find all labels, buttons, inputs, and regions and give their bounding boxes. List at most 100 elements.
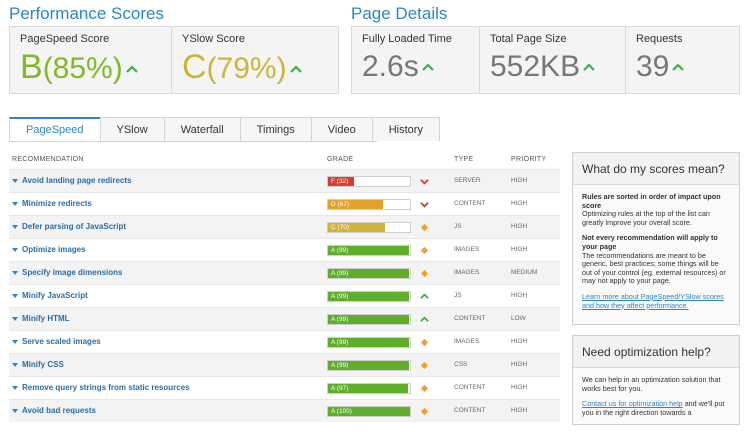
table-row[interactable]: Minify JavaScript A (99) JS HIGH bbox=[9, 284, 560, 307]
fully-loaded-time-card: Fully Loaded Time 2.6s bbox=[352, 27, 480, 93]
header-grade[interactable]: GRADE bbox=[327, 156, 353, 163]
page-details-panel: Fully Loaded Time 2.6s Total Page Size 5… bbox=[351, 26, 740, 94]
recommendation-name[interactable]: Avoid landing page redirects bbox=[22, 176, 132, 185]
total-page-size-card: Total Page Size 552KB bbox=[480, 27, 626, 93]
pagespeed-score-value: B(85%) bbox=[20, 49, 161, 87]
header-priority[interactable]: PRIORITY bbox=[511, 156, 546, 163]
requests-card: Requests 39 bbox=[626, 27, 739, 93]
yslow-score-label: YSlow Score bbox=[182, 33, 245, 45]
report-tabs: PageSpeed YSlow Waterfall Timings Video … bbox=[9, 117, 440, 141]
scores-info-text-1: Optimizing rules at the top of the list … bbox=[582, 209, 710, 227]
recommendation-type: CONTENT bbox=[454, 384, 486, 391]
expand-caret-icon[interactable] bbox=[12, 248, 18, 252]
tab-yslow[interactable]: YSlow bbox=[99, 117, 165, 141]
tab-waterfall[interactable]: Waterfall bbox=[163, 117, 241, 141]
expand-caret-icon[interactable] bbox=[12, 225, 18, 229]
recommendation-name[interactable]: Avoid bad requests bbox=[22, 406, 96, 415]
recommendation-priority: HIGH bbox=[511, 200, 528, 207]
tab-pagespeed[interactable]: PageSpeed bbox=[9, 117, 101, 141]
learn-more-link[interactable]: Learn more about PageSpeed/YSlow scores … bbox=[582, 292, 724, 310]
total-page-size-label: Total Page Size bbox=[490, 33, 567, 45]
tab-history[interactable]: History bbox=[371, 117, 440, 141]
grade-bar: A (99) bbox=[327, 360, 411, 371]
table-row[interactable]: Minify HTML A (99) CONTENT LOW bbox=[9, 307, 560, 330]
table-row[interactable]: Serve scaled images A (99) IMAGES HIGH bbox=[9, 330, 560, 353]
table-row[interactable]: Minimize redirects D (67) CONTENT HIGH bbox=[9, 192, 560, 215]
performance-scores-panel: PageSpeed Score B(85%) YSlow Score C(79%… bbox=[9, 26, 339, 94]
recommendation-type: JS bbox=[454, 292, 462, 299]
performance-scores-title: Performance Scores bbox=[9, 4, 164, 23]
up-arrow-icon bbox=[583, 63, 595, 71]
table-row[interactable]: Avoid bad requests A (100) CONTENT HIGH bbox=[9, 399, 560, 422]
grade-label: A (100) bbox=[331, 408, 352, 415]
up-arrow-icon bbox=[421, 63, 434, 71]
up-arrow-icon bbox=[420, 316, 429, 322]
yslow-percent: (79%) bbox=[206, 52, 287, 85]
grade-bar: A (99) bbox=[327, 314, 411, 325]
expand-caret-icon[interactable] bbox=[12, 294, 18, 298]
recommendation-name[interactable]: Minify CSS bbox=[22, 360, 64, 369]
grade-label: A (99) bbox=[331, 339, 349, 346]
neutral-diamond-icon bbox=[420, 384, 429, 393]
up-arrow-icon bbox=[420, 293, 429, 299]
expand-caret-icon[interactable] bbox=[12, 340, 18, 344]
recommendation-name[interactable]: Minify JavaScript bbox=[22, 291, 88, 300]
header-type[interactable]: TYPE bbox=[454, 156, 473, 163]
recommendation-type: IMAGES bbox=[454, 269, 480, 276]
table-row[interactable]: Optimize images A (99) IMAGES HIGH bbox=[9, 238, 560, 261]
grade-bar: C (70) bbox=[327, 222, 411, 233]
recommendation-priority: HIGH bbox=[511, 407, 528, 414]
neutral-diamond-icon bbox=[420, 361, 429, 370]
recommendation-priority: HIGH bbox=[511, 338, 528, 345]
scores-info-title: What do my scores mean? bbox=[573, 153, 739, 185]
recommendation-type: IMAGES bbox=[454, 338, 480, 345]
fully-loaded-time-text: 2.6s bbox=[362, 50, 419, 83]
grade-bar: F (32) bbox=[327, 176, 411, 187]
grade-bar: A (97) bbox=[327, 383, 411, 394]
recommendation-priority: MEDIUM bbox=[511, 269, 538, 276]
fully-loaded-time-value: 2.6s bbox=[362, 49, 469, 85]
grade-bar: D (67) bbox=[327, 199, 411, 210]
table-row[interactable]: Minify CSS A (99) CSS HIGH bbox=[9, 353, 560, 376]
table-row[interactable]: Defer parsing of JavaScript C (70) JS HIGH bbox=[9, 215, 560, 238]
up-arrow-icon bbox=[289, 65, 302, 73]
recommendation-type: CONTENT bbox=[454, 200, 486, 207]
expand-caret-icon[interactable] bbox=[12, 409, 18, 413]
scores-info-heading-1: Rules are sorted in order of impact upon… bbox=[582, 192, 721, 210]
recommendation-table-body: Avoid landing page redirects F (32) SERVER… bbox=[9, 169, 560, 422]
recommendation-priority: HIGH bbox=[511, 246, 528, 253]
expand-caret-icon[interactable] bbox=[12, 202, 18, 206]
grade-bar: A (99) bbox=[327, 268, 411, 279]
yslow-score-value: C(79%) bbox=[182, 49, 328, 87]
table-row[interactable]: Avoid landing page redirects F (32) SERVER… bbox=[9, 169, 560, 192]
recommendation-name[interactable]: Minimize redirects bbox=[22, 199, 92, 208]
neutral-diamond-icon bbox=[420, 223, 429, 232]
recommendation-name[interactable]: Minify HTML bbox=[22, 314, 70, 323]
pagespeed-percent: (85%) bbox=[42, 52, 123, 85]
header-recommendation[interactable]: RECOMMENDATION bbox=[12, 156, 84, 163]
expand-caret-icon[interactable] bbox=[12, 271, 18, 275]
recommendation-name[interactable]: Remove query strings from static resourc… bbox=[22, 383, 190, 392]
recommendation-type: SERVER bbox=[454, 177, 481, 184]
recommendation-priority: HIGH bbox=[511, 361, 528, 368]
expand-caret-icon[interactable] bbox=[12, 317, 18, 321]
expand-caret-icon[interactable] bbox=[12, 363, 18, 367]
recommendation-name[interactable]: Optimize images bbox=[22, 245, 86, 254]
tab-video[interactable]: Video bbox=[310, 117, 373, 141]
expand-caret-icon[interactable] bbox=[12, 179, 18, 183]
recommendation-priority: HIGH bbox=[511, 292, 528, 299]
grade-label: D (67) bbox=[331, 201, 350, 208]
grade-label: F (32) bbox=[331, 178, 349, 185]
recommendation-name[interactable]: Specify image dimensions bbox=[22, 268, 122, 277]
expand-caret-icon[interactable] bbox=[12, 386, 18, 390]
grade-label: A (97) bbox=[331, 385, 349, 392]
requests-label: Requests bbox=[636, 33, 683, 45]
tab-timings[interactable]: Timings bbox=[239, 117, 312, 141]
recommendation-name[interactable]: Defer parsing of JavaScript bbox=[22, 222, 126, 231]
table-row[interactable]: Remove query strings from static resourc… bbox=[9, 376, 560, 399]
table-row[interactable]: Specify image dimensions A (99) IMAGES MEDI… bbox=[9, 261, 560, 284]
requests-text: 39 bbox=[636, 50, 670, 83]
recommendation-type: IMAGES bbox=[454, 246, 480, 253]
scores-info-heading-2: Not every recommendation will apply to y… bbox=[582, 233, 718, 251]
recommendation-name[interactable]: Serve scaled images bbox=[22, 337, 101, 346]
